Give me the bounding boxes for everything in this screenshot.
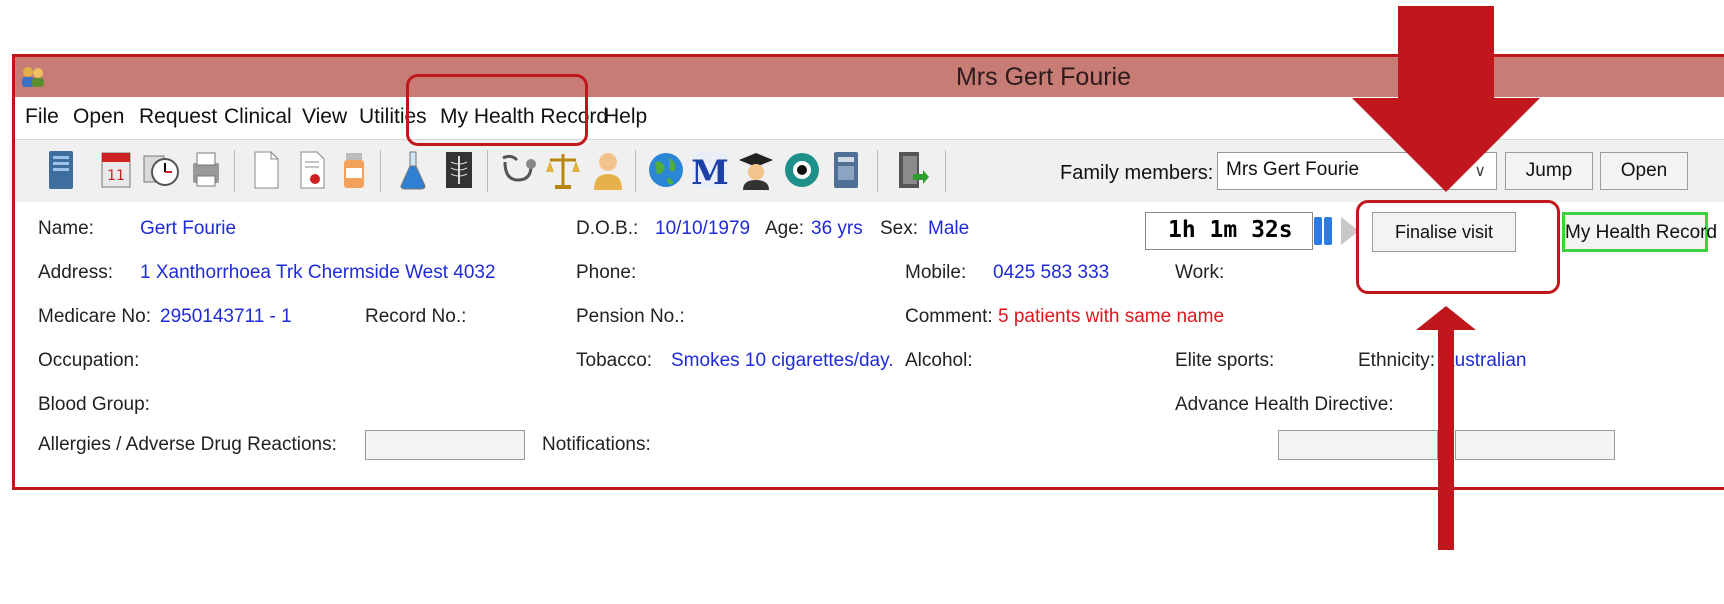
toolbar-separator <box>635 150 636 192</box>
dob-label: D.O.B.: <box>576 218 639 239</box>
patient-medicare: 2950143711 - 1 <box>160 306 292 327</box>
globe-icon[interactable] <box>645 148 687 192</box>
comment-label: Comment: <box>905 306 993 327</box>
occupation-label: Occupation: <box>38 350 140 371</box>
patient-dob: 10/10/1979 <box>655 218 751 239</box>
calendar-icon[interactable]: 11 <box>95 148 137 192</box>
elite-sports-label: Elite sports: <box>1175 350 1275 371</box>
title-bar: Mrs Gert Fourie <box>15 57 1724 97</box>
graduate-icon[interactable] <box>735 148 777 192</box>
family-members-value: Mrs Gert Fourie <box>1226 159 1360 180</box>
tobacco-label: Tobacco: <box>576 350 653 371</box>
patient-comment: 5 patients with same name <box>998 306 1225 327</box>
certificate-icon[interactable] <box>291 148 333 192</box>
record-no-label: Record No.: <box>365 306 467 327</box>
menu-highlight-box <box>406 74 588 146</box>
my-health-record-button[interactable]: My Health Record <box>1562 212 1717 252</box>
svg-text:11: 11 <box>107 168 125 184</box>
toolbar-separator <box>877 150 878 192</box>
phone-label: Phone: <box>576 262 637 283</box>
family-members-label: Family members: <box>1060 162 1214 184</box>
stethoscope-icon[interactable] <box>497 148 539 192</box>
pause-icon[interactable] <box>1311 215 1335 247</box>
family-members-select[interactable]: Mrs Gert Fourie ∨ <box>1217 152 1497 190</box>
work-label: Work: <box>1175 262 1225 283</box>
notifications-label: Notifications: <box>542 434 651 455</box>
svg-text:M: M <box>691 153 729 192</box>
button-highlight-box <box>1356 200 1560 294</box>
patient-mobile: 0425 583 333 <box>993 262 1110 283</box>
menu-view[interactable]: View <box>302 105 347 129</box>
book-icon[interactable] <box>825 148 867 192</box>
pill-bottle-icon[interactable] <box>333 148 375 192</box>
menu-request[interactable]: Request <box>139 105 217 129</box>
alcohol-label: Alcohol: <box>905 350 973 371</box>
patient-tobacco[interactable]: Smokes 10 cigarettes/day. <box>671 350 893 372</box>
timer-text: 1h 1m 32s <box>1168 217 1293 243</box>
server-icon[interactable] <box>40 148 82 192</box>
advance-health-directive-label: Advance Health Directive: <box>1175 394 1394 415</box>
patient-name[interactable]: Gert Fourie <box>140 218 236 240</box>
eye-icon[interactable] <box>781 148 823 192</box>
exit-door-icon[interactable] <box>889 148 931 192</box>
toolbar-separator <box>234 150 235 192</box>
person-icon[interactable] <box>587 148 629 192</box>
toolbar-separator <box>945 150 946 192</box>
patient-address[interactable]: 1 Xanthorrhoea Trk Chermside West 4032 <box>140 262 496 284</box>
window-title: Mrs Gert Fourie <box>955 63 1132 91</box>
ethnicity-label: Ethnicity: <box>1358 350 1436 371</box>
visit-timer: 1h 1m 32s <box>1145 212 1313 250</box>
toolbar: 11 M Family members: Mrs Gert Fourie ∨ J… <box>15 139 1724 203</box>
chevron-down-icon[interactable]: ∨ <box>1474 161 1486 181</box>
name-label: Name: <box>38 218 94 239</box>
allergies-button[interactable] <box>365 430 525 460</box>
menu-help[interactable]: Help <box>604 105 647 129</box>
scales-icon[interactable] <box>542 148 584 192</box>
menu-clinical[interactable]: Clinical <box>224 105 292 129</box>
toolbar-separator <box>380 150 381 192</box>
blood-group-label: Blood Group: <box>38 394 150 415</box>
patient-age: 36 yrs <box>811 218 863 239</box>
menu-bar: File Open Request Clinical View Utilitie… <box>15 97 1724 137</box>
patient-sex: Male <box>928 218 970 239</box>
address-label: Address: <box>38 262 113 283</box>
patient-ethnicity: Australian <box>1442 350 1527 371</box>
toolbar-separator <box>487 150 488 192</box>
menu-open[interactable]: Open <box>73 105 124 129</box>
pension-no-label: Pension No.: <box>576 306 685 327</box>
xray-icon[interactable] <box>438 148 480 192</box>
mobile-label: Mobile: <box>905 262 967 283</box>
document-icon[interactable] <box>245 148 287 192</box>
age-label: Age: <box>765 218 805 239</box>
allergies-label: Allergies / Adverse Drug Reactions: <box>38 434 337 455</box>
jump-button[interactable]: Jump <box>1505 152 1593 190</box>
notification-button-1[interactable] <box>1278 430 1438 460</box>
clock-icon[interactable] <box>139 148 181 192</box>
flask-icon[interactable] <box>392 148 434 192</box>
open-button[interactable]: Open <box>1600 152 1688 190</box>
medicare-label: Medicare No: <box>38 306 151 327</box>
menu-file[interactable]: File <box>25 105 59 129</box>
notification-button-2[interactable] <box>1455 430 1615 460</box>
sex-label: Sex: <box>880 218 919 239</box>
m-icon[interactable]: M <box>689 148 731 193</box>
printer-icon[interactable] <box>185 148 227 192</box>
